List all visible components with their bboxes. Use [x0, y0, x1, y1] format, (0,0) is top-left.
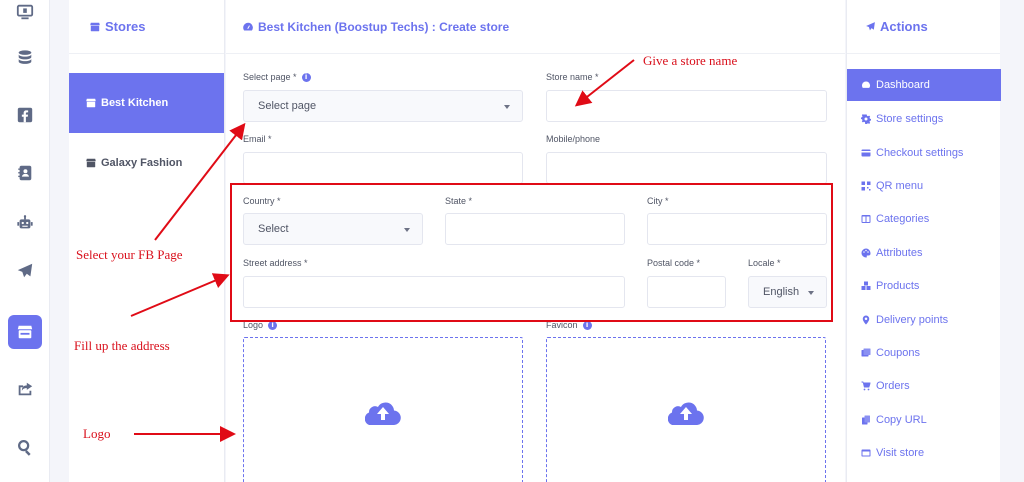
database-icon [18, 50, 32, 64]
dashboard-icon [862, 81, 870, 88]
email-input[interactable] [243, 152, 523, 184]
robot-icon [17, 215, 33, 229]
paper-plane-icon [17, 263, 33, 278]
icon-rail [0, 0, 50, 482]
address-highlight-box [230, 183, 833, 322]
contact-book-icon [18, 165, 32, 181]
search-icon [18, 440, 31, 456]
form-header: Best Kitchen (Boostup Techs) : Create st… [226, 0, 845, 54]
credit-card-icon [861, 149, 871, 157]
store-name-note: Give a store name [643, 53, 738, 68]
select-page-value: Select page [258, 100, 317, 112]
columns-icon [861, 215, 871, 223]
palette-icon [861, 248, 871, 258]
logo-note: Logo [83, 426, 111, 441]
boxes-icon [861, 281, 871, 290]
monitor-icon [16, 4, 34, 20]
actions-panel: Actions Dashboard Store settings Checkou… [846, 0, 1001, 482]
action-qr-menu[interactable]: QR menu [847, 170, 1001, 202]
rail-store[interactable] [8, 315, 42, 349]
action-coupons[interactable]: Coupons [847, 337, 1001, 369]
action-delivery-points[interactable]: Delivery points [847, 304, 1001, 336]
select-page-dropdown[interactable]: Select page [243, 90, 523, 122]
action-store-settings[interactable]: Store settings [847, 103, 1001, 135]
favicon-dropzone[interactable] [546, 337, 826, 482]
mobile-label: Mobile/phone [546, 134, 601, 144]
action-categories[interactable]: Categories [847, 203, 1001, 235]
rail-monitor[interactable] [9, 0, 41, 28]
cloud-upload-icon [668, 402, 704, 425]
store-icon [17, 325, 33, 339]
action-visit-store[interactable]: Visit store [847, 437, 1001, 469]
gear-icon [861, 114, 871, 124]
form-title: Best Kitchen (Boostup Techs) : Create st… [258, 19, 510, 34]
rail-facebook[interactable] [9, 99, 41, 131]
dashboard-icon [243, 22, 253, 30]
map-marker-icon [862, 315, 870, 325]
rail-database[interactable] [9, 42, 41, 74]
store-icon [90, 22, 100, 31]
stores-header: Stores [69, 0, 224, 54]
paper-plane-icon [866, 22, 875, 31]
rail-share[interactable] [9, 373, 41, 405]
action-copy-url[interactable]: Copy URL [847, 404, 1001, 436]
copy-icon [862, 415, 870, 425]
store-name-label: Store name * [546, 72, 599, 82]
action-dashboard[interactable]: Dashboard [847, 69, 1001, 101]
chevron-down-icon [504, 105, 510, 109]
store-name-input[interactable] [546, 90, 827, 122]
address-note: Fill up the address [74, 338, 170, 353]
action-attributes[interactable]: Attributes [847, 237, 1001, 269]
qr-code-icon [861, 181, 871, 191]
actions-header: Actions [847, 0, 1000, 54]
cart-icon [861, 381, 871, 391]
action-products[interactable]: Products [847, 270, 1001, 302]
stores-title: Stores [105, 19, 146, 34]
logo-dropzone[interactable] [243, 337, 523, 482]
action-checkout-settings[interactable]: Checkout settings [847, 137, 1001, 169]
store-item-label: Galaxy Fashion [101, 157, 183, 169]
email-label: Email * [243, 134, 272, 144]
info-icon: i [301, 72, 311, 82]
stores-panel: Stores Best Kitchen Galaxy Fashion [69, 0, 225, 482]
store-item-label: Best Kitchen [101, 97, 169, 109]
rail-search[interactable] [9, 431, 41, 463]
mobile-input[interactable] [546, 152, 827, 184]
store-item-best-kitchen[interactable]: Best Kitchen [69, 73, 224, 133]
action-orders[interactable]: Orders [847, 370, 1001, 402]
coupons-icon [861, 348, 871, 357]
rail-contacts[interactable] [9, 157, 41, 189]
store-icon [86, 98, 96, 108]
rail-broadcast[interactable] [9, 255, 41, 287]
store-item-galaxy-fashion[interactable]: Galaxy Fashion [69, 133, 224, 193]
select-page-label: Select page * i [243, 72, 311, 82]
fb-page-note: Select your FB Page [76, 247, 183, 262]
store-icon [86, 158, 96, 168]
actions-title: Actions [880, 19, 928, 34]
window-icon [861, 449, 871, 457]
share-icon [18, 382, 33, 396]
rail-bot[interactable] [9, 207, 41, 239]
facebook-icon [17, 107, 33, 123]
cloud-upload-icon [365, 402, 401, 425]
